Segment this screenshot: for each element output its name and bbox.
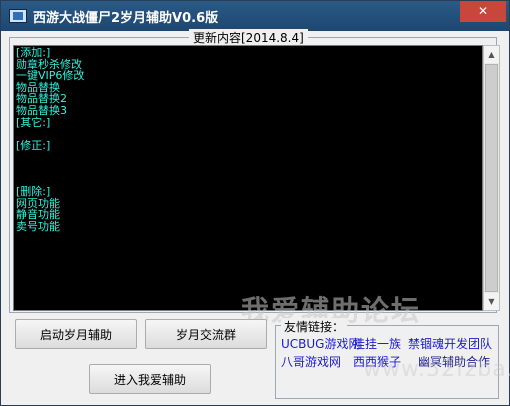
- friend-links-title: 友情链接：: [281, 318, 348, 335]
- start-assist-button[interactable]: 启动岁月辅助: [15, 319, 137, 349]
- scroll-up-arrow-icon[interactable]: ▲: [484, 46, 499, 63]
- watermark-url: www.52fzba.com: [363, 357, 510, 382]
- friend-link-jingu-team[interactable]: 禁锢魂开发团队: [408, 335, 492, 352]
- update-log-lines: [添加:] 勋章秒杀修改 一键VIP6修改 物品替换 物品替换2 物品替换3 [其它:] [修…: [14, 47, 84, 233]
- close-icon: ✕: [477, 4, 489, 18]
- close-button[interactable]: ✕: [460, 1, 506, 22]
- update-group-title: 更新内容[2014.8.4]: [189, 29, 308, 46]
- app-window: 西游大战僵尸2岁月辅助V0.6版 ✕ 更新内容[2014.8.4] [添加:] 勋…: [0, 0, 510, 406]
- window-title: 西游大战僵尸2岁月辅助V0.6版: [33, 11, 219, 26]
- title-bar[interactable]: 西游大战僵尸2岁月辅助V0.6版 ✕: [1, 1, 509, 31]
- log-line: 卖号功能: [16, 219, 60, 233]
- vertical-scrollbar[interactable]: ▲ ▼: [483, 45, 500, 311]
- scroll-down-arrow-icon[interactable]: ▼: [484, 293, 499, 310]
- enter-site-button[interactable]: 进入我爱辅助: [89, 364, 211, 394]
- friend-link-guaguayizu[interactable]: 挂挂一族: [353, 335, 401, 352]
- log-line: 物品替换3: [16, 103, 67, 117]
- log-line: [其它:]: [16, 115, 51, 129]
- friend-link-bage[interactable]: 八哥游戏网: [281, 353, 341, 370]
- log-line: [添加:]: [16, 46, 51, 59]
- app-icon: [9, 9, 27, 23]
- friend-link-ucbug[interactable]: UCBUG游戏网: [281, 335, 360, 352]
- scroll-thumb[interactable]: [485, 64, 498, 292]
- log-line: [删除:]: [16, 185, 51, 199]
- update-log-textarea[interactable]: [添加:] 勋章秒杀修改 一键VIP6修改 物品替换 物品替换2 物品替换3 [其它:] [修…: [13, 45, 483, 311]
- chat-group-button[interactable]: 岁月交流群: [145, 319, 267, 349]
- log-line: [修正:]: [16, 138, 51, 152]
